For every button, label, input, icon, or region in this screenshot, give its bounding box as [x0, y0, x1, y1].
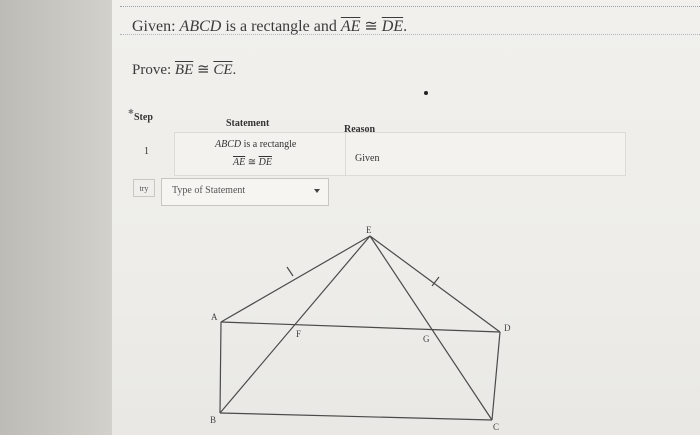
segment-de — [369, 235, 501, 333]
segment-ae — [220, 235, 371, 323]
geometry-figure: A B C D E F G — [210, 225, 511, 432]
segment-ab — [219, 321, 222, 414]
label-a: A — [211, 312, 218, 322]
label-d: D — [504, 323, 511, 333]
photo-background-edge — [0, 0, 112, 435]
worksheet-page: Given: ABCD is a rectangle and AE ≅ DE. … — [112, 0, 700, 435]
label-c: C — [493, 422, 499, 432]
label-g: G — [423, 334, 430, 344]
segment-be — [219, 235, 371, 414]
segment-bc — [219, 412, 493, 421]
tick-mark-ae — [286, 266, 294, 277]
segment-ad — [220, 321, 501, 333]
label-b: B — [210, 415, 216, 425]
segment-dc — [491, 331, 501, 421]
label-f: F — [296, 329, 301, 339]
label-e: E — [366, 225, 372, 235]
